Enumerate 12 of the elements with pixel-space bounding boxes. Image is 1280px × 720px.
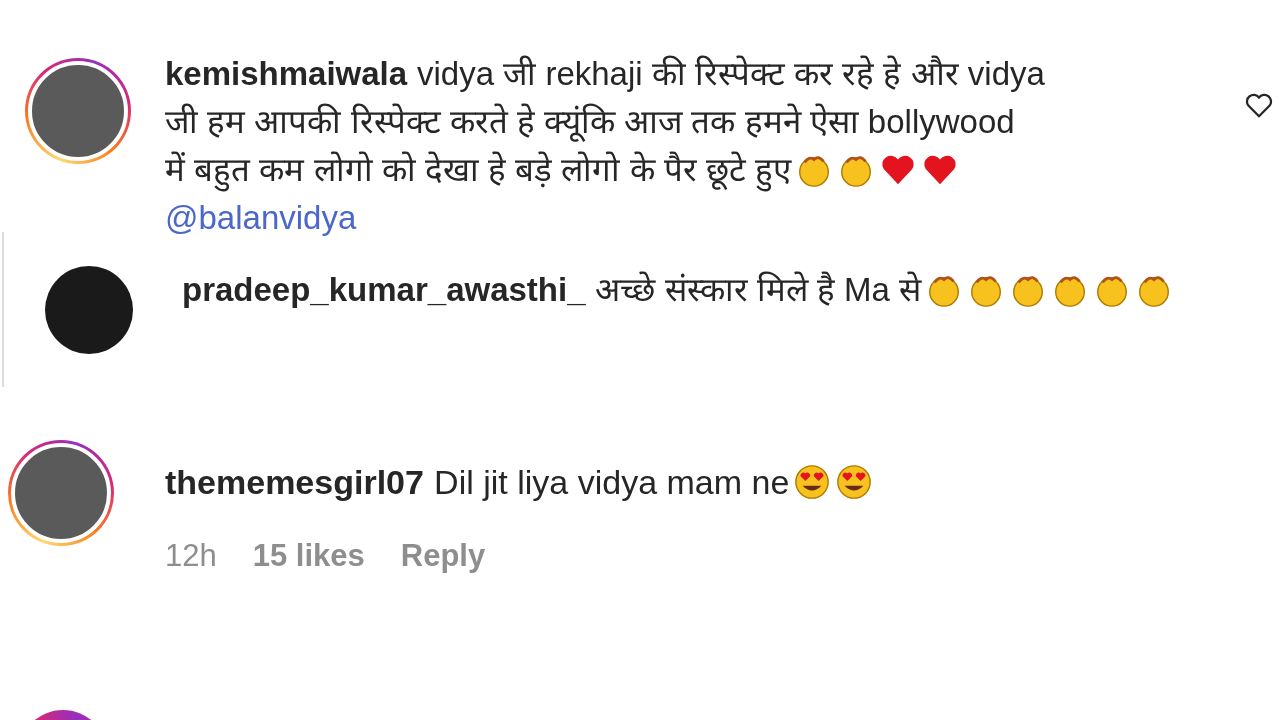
username-link[interactable]: pradeep_kumar_awasthi_ bbox=[182, 271, 586, 308]
comment-time: 12h bbox=[165, 537, 217, 575]
comment-text: जी हम आपकी रिस्पेक्ट करते हे क्यूंकि आज तक हमने ऐसा bollywood bbox=[165, 102, 1015, 144]
heart-eyes-face-icon bbox=[835, 463, 874, 501]
heart-eyes-face-icon bbox=[793, 463, 832, 501]
username-link[interactable]: thememesgirl07 bbox=[165, 463, 424, 501]
username-link[interactable]: kemishmaiwala bbox=[165, 55, 408, 92]
comment-text: kemishmaiwala vidya जी rekhaji की रिस्पेक्ट कर रहे हे और vidya bbox=[165, 54, 1045, 94]
comment-text: में बहुत कम लोगो को देखा हे बड़े लोगो के पैर छूटे हुए bbox=[165, 146, 792, 194]
comment-text: thememesgirl07 Dil jit liya vidya mam ne bbox=[165, 462, 790, 503]
mention-link[interactable]: @balanvidya bbox=[165, 194, 1175, 242]
comment-text: pradeep_kumar_awasthi_ अच्छे संस्कार मिले है Ma से bbox=[182, 270, 922, 310]
